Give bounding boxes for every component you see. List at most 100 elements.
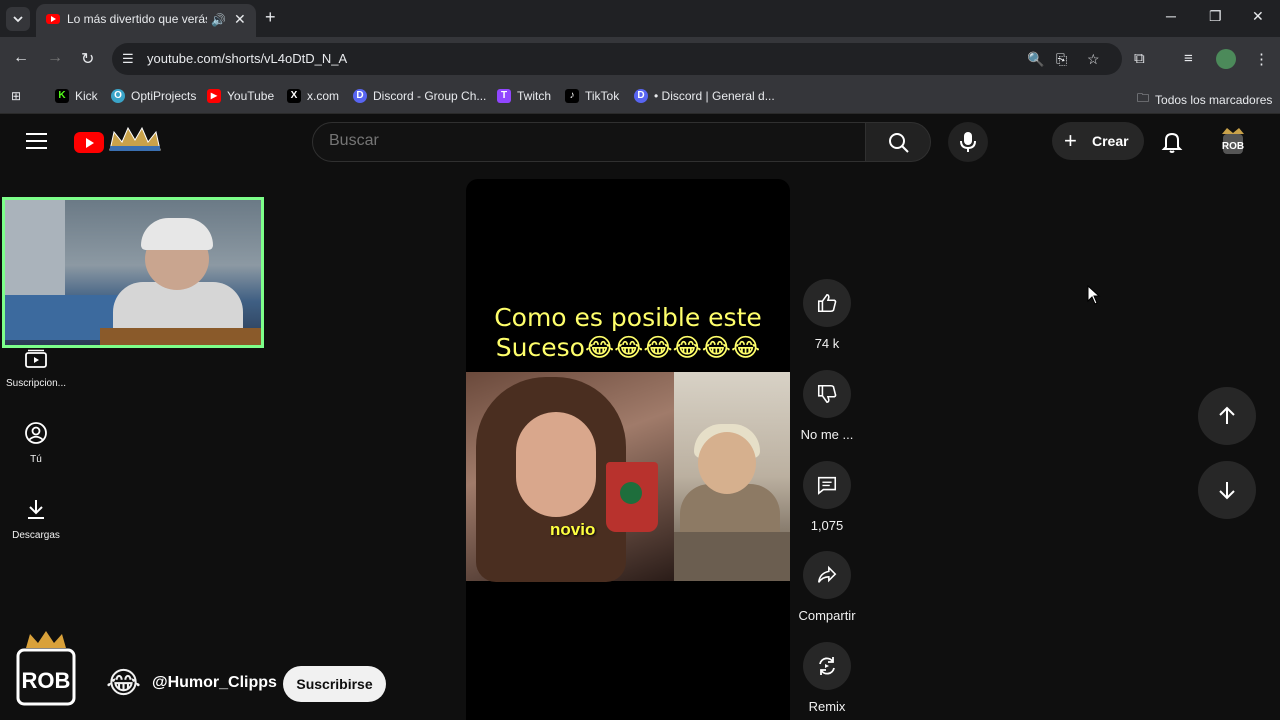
minimize-icon[interactable]: ─ (1166, 8, 1176, 24)
user-circle-icon (25, 422, 47, 444)
bookmark-kick[interactable]: K Kick (55, 89, 98, 103)
share-button[interactable]: Compartir (796, 551, 858, 623)
voice-search-button[interactable] (948, 122, 988, 162)
svg-text:ROB: ROB (22, 668, 71, 693)
youtube-favicon-icon (46, 14, 60, 24)
search-icon (889, 133, 909, 153)
bookmark-twitch[interactable]: T Twitch (497, 89, 551, 103)
youtube-icon: ▶ (207, 89, 221, 103)
apps-grid-icon[interactable]: ⊞ (11, 89, 21, 103)
hamburger-menu-icon[interactable] (26, 133, 47, 150)
sidebar-item-label: Suscripcion... (5, 378, 67, 389)
svg-text:ROB: ROB (1222, 141, 1244, 152)
like-button[interactable]: 74 k (796, 279, 858, 351)
zoom-icon[interactable]: 🔍 (1027, 51, 1044, 68)
back-icon[interactable]: ← (13, 49, 29, 67)
bookmark-youtube[interactable]: ▶ YouTube (207, 89, 274, 103)
dislike-button[interactable]: No me ... (796, 370, 858, 442)
search-button[interactable] (865, 122, 931, 162)
browser-tab-active[interactable]: Lo más divertido que verás 🔊 ✕ (36, 4, 256, 37)
tab-search-button[interactable] (6, 7, 30, 31)
previous-short-button[interactable] (1198, 387, 1256, 445)
close-window-icon[interactable]: ✕ (1252, 8, 1264, 25)
speaker-icon[interactable]: 🔊 (211, 13, 226, 27)
remix-label: Remix (808, 699, 846, 714)
video-caption: Como es posible este Suceso😂😂😂😂😂😂 (466, 303, 790, 363)
bookmark-x[interactable]: Xx.com (287, 89, 339, 103)
comment-count: 1,075 (810, 518, 844, 533)
sidebar-item-label: Tú (30, 454, 42, 465)
discord-icon: D (634, 89, 648, 103)
dislike-label: No me ... (800, 427, 854, 442)
rob-crown-logo: ROB (16, 631, 76, 706)
sidebar-item-subscriptions[interactable]: Suscripcion... (0, 349, 72, 389)
site-info-icon[interactable]: ☰ (122, 51, 134, 67)
media-control-icon[interactable]: ≡ (1184, 50, 1193, 67)
bookmark-optiprojects[interactable]: O OptiProjects (111, 89, 196, 103)
video-frame-image: novio (466, 372, 790, 582)
install-app-icon[interactable]: ⎘ (1056, 51, 1067, 68)
account-avatar[interactable]: ROB (1219, 126, 1247, 156)
sidebar-item-you[interactable]: Tú (0, 421, 72, 465)
discord-icon: D (353, 89, 367, 103)
browser-toolbar: ← → ↻ ☰ youtube.com/shorts/vL4oDtD_N_A 🔍… (0, 37, 1280, 82)
close-tab-icon[interactable]: ✕ (234, 11, 246, 28)
bookmark-star-icon[interactable]: ☆ (1087, 51, 1100, 68)
arrow-down-icon (1219, 482, 1235, 500)
comment-icon (817, 476, 837, 495)
notifications-bell-icon[interactable] (1160, 130, 1184, 154)
next-short-button[interactable] (1198, 461, 1256, 519)
channel-avatar[interactable]: 😂 (106, 664, 141, 704)
create-button[interactable]: + Crear (1052, 122, 1144, 160)
channel-name[interactable]: @Humor_Clipps (152, 674, 277, 692)
browser-tab-strip: Lo más divertido que verás 🔊 ✕ + ─ ❐ ✕ (0, 0, 1280, 37)
create-label: Crear (1092, 133, 1129, 149)
subscriptions-icon (25, 349, 47, 368)
remix-icon (819, 657, 835, 675)
restore-icon[interactable]: ❐ (1209, 8, 1222, 25)
sidebar-item-downloads[interactable]: Descargas (0, 497, 72, 541)
tiktok-icon: ♪ (565, 89, 579, 103)
url-text: youtube.com/shorts/vL4oDtD_N_A (147, 51, 348, 66)
coffee-cup-image (606, 462, 658, 532)
video-overlay-text: novio (550, 520, 596, 539)
bookmarks-bar: ⊞ K Kick O OptiProjects ▶ YouTube Xx.com DD… (0, 82, 1280, 114)
subscribe-button[interactable]: Suscribirse (283, 666, 386, 702)
search-input[interactable] (329, 132, 829, 150)
comments-button[interactable]: 1,075 (796, 461, 858, 533)
bookmark-tiktok[interactable]: ♪ TikTok (565, 89, 619, 103)
forward-icon[interactable]: → (47, 49, 63, 67)
sidebar-item-label: Descargas (12, 530, 60, 541)
twitch-icon: T (497, 89, 511, 103)
arrow-up-icon (1219, 406, 1235, 424)
youtube-header: + Crear ROB (0, 114, 1280, 170)
remix-button[interactable]: Remix (796, 642, 858, 714)
bookmark-discord-group[interactable]: D Discord - Group Ch... (353, 89, 486, 103)
webcam-overlay (2, 197, 264, 348)
bookmark-discord-general[interactable]: D • Discord | General d... (634, 89, 775, 103)
plus-icon: + (1064, 128, 1077, 153)
thumbs-up-icon (817, 293, 837, 313)
kick-icon: K (55, 89, 69, 103)
reload-icon[interactable]: ↻ (81, 49, 94, 69)
new-tab-icon[interactable]: + (265, 7, 276, 28)
profile-avatar[interactable] (1216, 49, 1236, 69)
shorts-video-player[interactable]: Como es posible este Suceso😂😂😂😂😂😂 novio (466, 179, 790, 720)
youtube-logo[interactable] (74, 132, 104, 153)
caption-line-2: Suceso😂😂😂😂😂😂 (495, 333, 761, 362)
share-label: Compartir (798, 608, 856, 623)
extensions-icon[interactable]: ⧉ (1134, 50, 1145, 67)
all-bookmarks[interactable]: 🗀 Todos los marcadores (1137, 89, 1272, 110)
share-arrow-icon (817, 565, 837, 583)
microphone-icon (960, 132, 976, 152)
thumbs-down-icon (817, 384, 837, 404)
address-bar[interactable]: ☰ youtube.com/shorts/vL4oDtD_N_A 🔍 ⎘ ☆ (112, 43, 1122, 75)
optiprojects-icon: O (111, 89, 125, 103)
x-icon: X (287, 89, 301, 103)
tab-title: Lo más divertido que verás (67, 12, 207, 26)
search-box[interactable] (312, 122, 866, 162)
caption-line-1: Como es posible este (494, 303, 762, 332)
menu-kebab-icon[interactable]: ⋮ (1254, 50, 1269, 68)
like-count: 74 k (814, 336, 840, 351)
folder-icon: 🗀 (1137, 91, 1150, 105)
